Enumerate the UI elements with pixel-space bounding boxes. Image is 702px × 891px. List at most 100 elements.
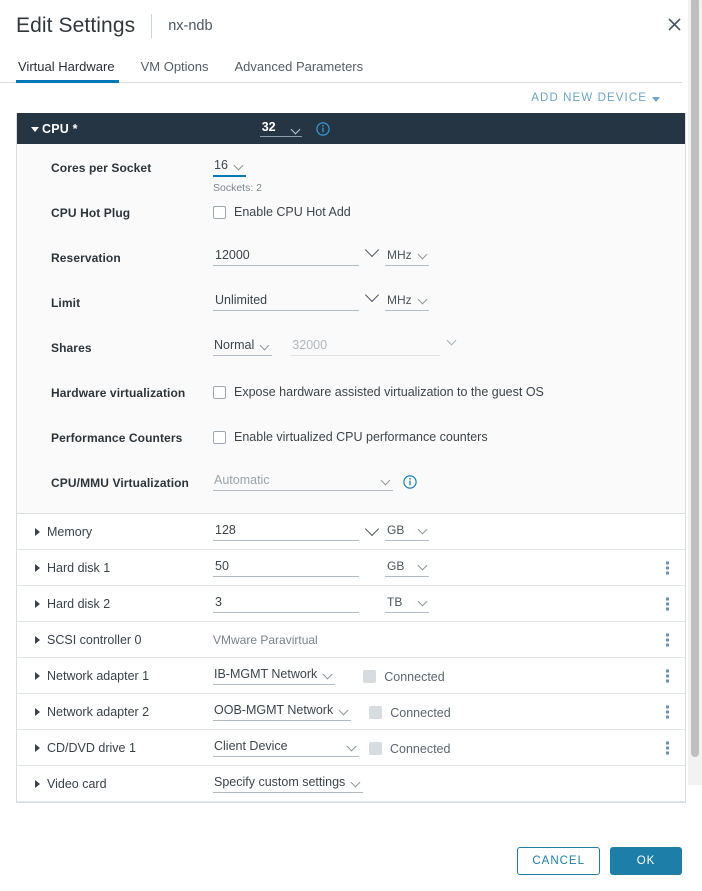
cpu-hot-add-label: Enable CPU Hot Add: [234, 205, 351, 219]
dialog-footer: CANCEL OK: [0, 831, 702, 891]
device-label-hard-disk-1: Hard disk 1: [47, 560, 111, 575]
cpu-section-body: Cores per Socket 16 Sockets: 2 CPU Hot P…: [17, 144, 685, 514]
shares-stepper-icon[interactable]: [446, 335, 457, 346]
cpu-section-toggle[interactable]: CPU *: [31, 122, 78, 136]
hard-disk-2-input[interactable]: 3: [213, 595, 359, 613]
network-adapter-2-connected-group[interactable]: Connected: [369, 704, 451, 720]
row-cpu-mmu-virtualization: CPU/MMU Virtualization Automatic: [17, 473, 685, 503]
reservation-label: Reservation: [51, 251, 121, 265]
device-label-hard-disk-2: Hard disk 2: [47, 596, 111, 611]
tab-vm-options[interactable]: VM Options: [131, 59, 219, 82]
device-row-memory[interactable]: Memory 128 GB: [17, 514, 685, 550]
cpu-hot-add-checkbox[interactable]: [213, 205, 226, 219]
network-adapter-2-connected-label: Connected: [390, 705, 451, 720]
device-toggle-cd-dvd-drive-1[interactable]: CD/DVD drive 1: [35, 741, 213, 755]
shares-level-select[interactable]: Normal: [213, 338, 273, 356]
hardware-virtualization-checkbox[interactable]: [213, 385, 226, 399]
chevron-right-icon: [35, 563, 40, 572]
device-toggle-network-adapter-2[interactable]: Network adapter 2: [35, 705, 213, 719]
reservation-unit-select[interactable]: MHz: [385, 248, 429, 266]
row-reservation: Reservation 12000 MHz: [17, 242, 685, 293]
settings-content: CPU * 32 Cores per Socket 16 Sockets: 2 …: [16, 0, 702, 803]
row-cpu-hot-plug: CPU Hot Plug Enable CPU Hot Add: [17, 203, 685, 248]
device-toggle-network-adapter-1[interactable]: Network adapter 1: [35, 669, 213, 683]
device-row-hard-disk-1[interactable]: Hard disk 1 50 GB: [17, 550, 685, 586]
cd-dvd-drive-1-connected-checkbox[interactable]: [369, 742, 382, 755]
ok-button[interactable]: OK: [610, 847, 682, 875]
network-adapter-2-connected-checkbox[interactable]: [369, 706, 383, 719]
row-limit: Limit Unlimited MHz: [17, 287, 685, 338]
device-toggle-hard-disk-2[interactable]: Hard disk 2: [35, 597, 213, 611]
info-icon[interactable]: [316, 121, 330, 136]
cpu-section-header[interactable]: CPU * 32: [17, 113, 685, 144]
network-adapter-1-connected-checkbox[interactable]: [363, 670, 377, 683]
network-adapter-1-connected-label: Connected: [384, 669, 445, 684]
info-icon[interactable]: [403, 475, 417, 489]
kebab-menu-icon[interactable]: [664, 559, 671, 576]
device-row-cd-dvd-drive-1[interactable]: CD/DVD drive 1 Client Device Connected: [17, 730, 685, 766]
kebab-menu-icon[interactable]: [664, 631, 671, 648]
cores-per-socket-label: Cores per Socket: [51, 161, 152, 175]
cancel-button[interactable]: CANCEL: [517, 847, 600, 875]
reservation-input[interactable]: 12000: [213, 248, 359, 266]
device-row-scsi-controller-0[interactable]: SCSI controller 0 VMware Paravirtual: [17, 622, 685, 658]
row-performance-counters: Performance Counters Enable virtualized …: [17, 428, 685, 473]
vm-name-label: nx-ndb: [168, 18, 213, 34]
add-device-row: ADD NEW DEVICE: [0, 83, 702, 113]
device-toggle-memory[interactable]: Memory: [35, 525, 213, 539]
close-button[interactable]: [660, 10, 688, 38]
device-toggle-hard-disk-1[interactable]: Hard disk 1: [35, 561, 213, 575]
tab-advanced-parameters[interactable]: Advanced Parameters: [225, 59, 374, 82]
device-label-network-adapter-1: Network adapter 1: [47, 668, 150, 683]
cpu-count-select[interactable]: 32: [259, 120, 302, 137]
memory-input[interactable]: 128: [213, 523, 359, 541]
network-adapter-1-connected-group[interactable]: Connected: [363, 668, 445, 684]
cd-dvd-drive-1-select[interactable]: Client Device: [213, 739, 359, 757]
network-adapter-2-select[interactable]: OOB-MGMT Network: [213, 703, 352, 721]
device-row-network-adapter-2[interactable]: Network adapter 2 OOB-MGMT Network Conne…: [17, 694, 685, 730]
hard-disk-2-unit-select[interactable]: TB: [385, 595, 429, 613]
cpu-hot-add-checkbox-group[interactable]: Enable CPU Hot Add: [213, 203, 351, 219]
cd-dvd-drive-1-connected-label: Connected: [390, 741, 451, 756]
device-list: CPU * 32 Cores per Socket 16 Sockets: 2 …: [16, 113, 686, 803]
performance-counters-checkbox[interactable]: [213, 430, 226, 444]
chevron-right-icon: [35, 599, 40, 608]
kebab-menu-icon[interactable]: [664, 703, 671, 720]
add-new-device-button[interactable]: ADD NEW DEVICE: [531, 92, 660, 104]
cpu-mmu-virtualization-select[interactable]: Automatic: [213, 473, 393, 491]
row-cores-per-socket: Cores per Socket 16 Sockets: 2: [17, 158, 685, 203]
device-row-hard-disk-2[interactable]: Hard disk 2 3 TB: [17, 586, 685, 622]
shares-value-input[interactable]: 32000: [290, 338, 441, 356]
chevron-right-icon: [35, 671, 40, 680]
video-card-select[interactable]: Specify custom settings: [213, 775, 364, 793]
close-icon: [667, 17, 682, 32]
limit-unit-select[interactable]: MHz: [385, 293, 429, 311]
kebab-menu-icon[interactable]: [664, 595, 671, 612]
device-row-video-card[interactable]: Video card Specify custom settings: [17, 766, 685, 802]
cpu-hot-plug-label: CPU Hot Plug: [51, 206, 131, 220]
kebab-menu-icon[interactable]: [664, 739, 671, 756]
vertical-scrollbar[interactable]: [688, 0, 702, 785]
memory-unit-select[interactable]: GB: [385, 523, 429, 541]
tab-virtual-hardware[interactable]: Virtual Hardware: [16, 59, 125, 83]
hard-disk-1-unit-select[interactable]: GB: [385, 559, 429, 577]
network-adapter-1-select[interactable]: IB-MGMT Network: [213, 667, 336, 685]
kebab-menu-icon[interactable]: [664, 667, 671, 684]
cores-per-socket-select[interactable]: 16: [213, 158, 246, 177]
hard-disk-1-input[interactable]: 50: [213, 559, 359, 577]
device-label-network-adapter-2: Network adapter 2: [47, 704, 150, 719]
cpu-mmu-virtualization-label: CPU/MMU Virtualization: [51, 476, 189, 490]
limit-input[interactable]: Unlimited: [213, 293, 359, 311]
hardware-virtualization-checkbox-group[interactable]: Expose hardware assisted virtualization …: [213, 383, 544, 399]
device-toggle-video-card[interactable]: Video card: [35, 777, 213, 791]
device-label-memory: Memory: [47, 524, 93, 539]
performance-counters-checkbox-group[interactable]: Enable virtualized CPU performance count…: [213, 428, 488, 444]
device-row-network-adapter-1[interactable]: Network adapter 1 IB-MGMT Network Connec…: [17, 658, 685, 694]
memory-stepper-icon[interactable]: [364, 521, 380, 536]
device-toggle-scsi-controller-0[interactable]: SCSI controller 0: [35, 633, 213, 647]
device-label-scsi-controller-0: SCSI controller 0: [47, 632, 142, 647]
device-row-other[interactable]: Other Additional Hardware: [17, 802, 685, 803]
sockets-note: Sockets: 2: [213, 182, 263, 194]
scrollbar-thumb[interactable]: [691, 0, 699, 757]
cd-dvd-drive-1-connected-group[interactable]: Connected: [369, 740, 450, 756]
